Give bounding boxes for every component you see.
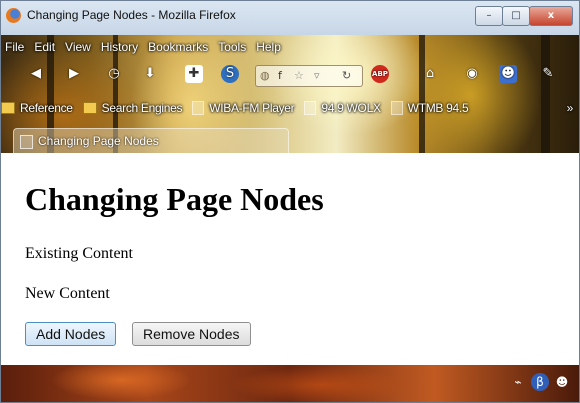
wrench-icon[interactable]: ✎ xyxy=(539,65,557,83)
adblock-icon[interactable]: ABP xyxy=(371,65,389,83)
add-nodes-button[interactable]: Add Nodes xyxy=(25,322,117,346)
url-bar[interactable]: ◍ f ☆ ▿ ↻ xyxy=(255,65,363,87)
bookmark-label: WIBA-FM Player xyxy=(209,101,295,115)
title-bar: Changing Page Nodes - Mozilla Firefox – … xyxy=(1,1,579,35)
robot-icon[interactable]: ☻ xyxy=(499,65,517,83)
clock-icon[interactable]: ◷ xyxy=(105,65,123,83)
window-controls: – □ x xyxy=(475,6,573,26)
reload-icon[interactable]: ↻ xyxy=(342,66,351,86)
maximize-button[interactable]: □ xyxy=(502,6,530,26)
bookmark-wiba-fm-player[interactable]: WIBA-FM Player xyxy=(192,97,295,119)
bookmark-wtmb-945[interactable]: WTMB 94.5 xyxy=(390,97,469,119)
home-icon[interactable]: ⌂ xyxy=(421,65,439,83)
menu-edit[interactable]: Edit xyxy=(30,37,61,57)
window-title: Changing Page Nodes - Mozilla Firefox xyxy=(27,8,236,22)
bookmark-label: WTMB 94.5 xyxy=(407,101,469,115)
star-icon[interactable]: ☆ xyxy=(294,66,304,86)
page-content: Changing Page Nodes Existing Content New… xyxy=(1,153,579,365)
save-icon[interactable]: ✚ xyxy=(185,65,203,83)
existing-content-paragraph: Existing Content xyxy=(25,245,133,262)
folder-icon xyxy=(82,102,97,114)
bookmarks-toolbar: Reference Search Engines WIBA-FM Player … xyxy=(1,97,579,119)
tab-changing-page-nodes[interactable]: Changing Page Nodes xyxy=(13,128,289,153)
bookmark-label: 94.9 WOLX xyxy=(321,101,381,115)
browser-window: Changing Page Nodes - Mozilla Firefox – … xyxy=(0,0,580,403)
menu-bookmarks[interactable]: Bookmarks xyxy=(144,37,214,57)
firefox-logo-icon xyxy=(6,8,21,23)
bookmark-949-wolx[interactable]: 94.9 WOLX xyxy=(304,97,381,119)
bookmark-reference[interactable]: Reference xyxy=(1,97,73,119)
bookmark-label: Search Engines xyxy=(101,101,183,115)
page-icon xyxy=(20,135,33,149)
page-icon xyxy=(192,101,205,115)
tab-label: Changing Page Nodes xyxy=(38,134,159,148)
page-icon xyxy=(390,101,403,115)
b-logo-icon[interactable]: β xyxy=(531,373,549,391)
close-button[interactable]: x xyxy=(529,6,573,26)
page-title: Changing Page Nodes xyxy=(25,181,324,217)
remove-nodes-button[interactable]: Remove Nodes xyxy=(132,322,251,346)
site-identity-icon[interactable]: ◍ xyxy=(260,66,270,86)
minimize-button[interactable]: – xyxy=(475,6,503,26)
bookmark-label: Reference xyxy=(20,101,73,115)
tab-strip: Changing Page Nodes xyxy=(1,126,579,153)
addon-icon[interactable]: ⌁ xyxy=(509,373,527,391)
robot-icon[interactable]: ☻ xyxy=(553,373,571,391)
dropdown-icon[interactable]: ▿ xyxy=(314,66,320,86)
new-content-paragraph: New Content xyxy=(25,285,110,302)
download-icon[interactable]: ⬇ xyxy=(141,65,159,83)
status-icons: ⌁ β ☻ xyxy=(505,373,571,391)
menu-file[interactable]: File xyxy=(1,37,30,57)
menu-tools[interactable]: Tools xyxy=(214,37,252,57)
menu-history[interactable]: History xyxy=(97,37,144,57)
back-icon[interactable]: ◀ xyxy=(27,65,45,83)
bookmark-search-engines[interactable]: Search Engines xyxy=(82,97,183,119)
s-logo-icon[interactable]: S xyxy=(221,65,239,83)
folder-icon xyxy=(1,102,15,114)
bookmarks-overflow-chevron-icon[interactable]: » xyxy=(567,97,574,119)
status-bar: ⌁ β ☻ xyxy=(1,365,579,402)
url-text: f xyxy=(278,69,282,82)
menu-view[interactable]: View xyxy=(61,37,97,57)
forward-icon[interactable]: ▶ xyxy=(65,65,83,83)
eye-icon[interactable]: ◉ xyxy=(463,65,481,83)
page-icon xyxy=(304,101,317,115)
browser-chrome: File Edit View History Bookmarks Tools H… xyxy=(1,35,579,153)
menu-bar: File Edit View History Bookmarks Tools H… xyxy=(1,37,287,57)
menu-help[interactable]: Help xyxy=(252,37,287,57)
